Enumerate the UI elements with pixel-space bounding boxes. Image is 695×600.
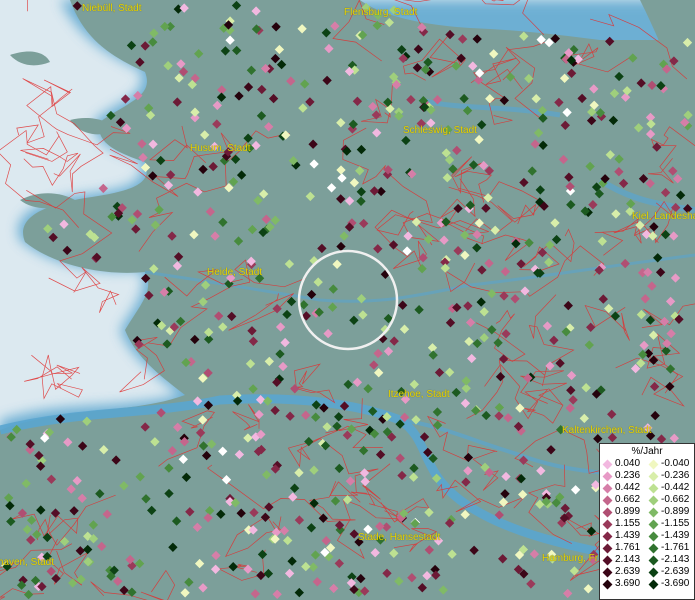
legend-row-pos-5: 1.155 [602, 518, 648, 530]
legend-label: 0.236 [615, 470, 641, 481]
legend-swatch [648, 567, 659, 577]
legend-row-neg-6: -1.439 [648, 530, 694, 542]
legend-swatch [602, 543, 613, 553]
legend-swatch [648, 555, 659, 565]
legend-swatch [602, 579, 613, 589]
legend-row-neg-4: -0.899 [648, 506, 694, 518]
city-label-heide: Heide, Stadt [207, 267, 263, 278]
map-view[interactable]: Niebüll, Stadt Flensburg, Stadt Schleswi… [0, 0, 695, 600]
legend-swatch [648, 483, 659, 493]
legend-panel: %/Jahr 0.040 0.236 0.442 0.662 0.899 1.155 1.4… [599, 443, 695, 600]
legend-swatch [648, 459, 659, 469]
legend-label: 1.439 [615, 530, 641, 541]
city-label-schleswig: Schleswig, Stadt [403, 125, 477, 136]
legend-positive-column: 0.040 0.236 0.442 0.662 0.899 1.155 1.439 1.761… [602, 458, 648, 590]
legend-label: 1.155 [615, 518, 641, 529]
legend-row-neg-1: -0.236 [648, 470, 694, 482]
legend-swatch [602, 495, 613, 505]
legend-row-pos-4: 0.899 [602, 506, 648, 518]
legend-label: -0.442 [661, 482, 690, 493]
legend-swatch [602, 555, 613, 565]
legend-row-neg-8: -2.143 [648, 554, 694, 566]
legend-row-pos-8: 2.143 [602, 554, 648, 566]
legend-label: 3.690 [615, 578, 641, 589]
legend-row-pos-3: 0.662 [602, 494, 648, 506]
city-label-itzehoe: Itzehoe, Stadt [388, 389, 450, 400]
legend-row-pos-1: 0.236 [602, 470, 648, 482]
legend-swatch [602, 471, 613, 481]
legend-negative-column: -0.040 -0.236 -0.442 -0.662 -0.899 -1.155 -1.4… [648, 458, 694, 590]
city-label-husum: Husum, Stadt [190, 143, 251, 154]
legend-swatch [648, 543, 659, 553]
legend-label: 2.639 [615, 566, 641, 577]
legend-swatch [648, 507, 659, 517]
legend-label: -1.439 [661, 530, 690, 541]
legend-label: -1.155 [661, 518, 690, 529]
legend-title: %/Jahr [631, 446, 663, 457]
legend-row-neg-9: -2.639 [648, 566, 694, 578]
legend-row-neg-3: -0.662 [648, 494, 694, 506]
legend-swatch [602, 567, 613, 577]
legend-swatch [648, 531, 659, 541]
legend-row-neg-10: -3.690 [648, 578, 694, 590]
legend-row-neg-5: -1.155 [648, 518, 694, 530]
legend-row-neg-7: -1.761 [648, 542, 694, 554]
legend-swatch [648, 495, 659, 505]
city-label-hamburg: Hamburg, Freie und Hansestadt [542, 553, 598, 564]
legend-label: -0.236 [661, 470, 690, 481]
city-label-kaltenkirchen: Kaltenkirchen, Stadt [562, 425, 652, 436]
legend-label: -2.639 [661, 566, 690, 577]
legend-swatch [602, 507, 613, 517]
legend-swatch [602, 519, 613, 529]
legend-swatch [648, 471, 659, 481]
map-base-layer [0, 0, 695, 600]
legend-swatch [602, 483, 613, 493]
legend-label: -2.143 [661, 554, 690, 565]
legend-label: 1.761 [615, 542, 641, 553]
legend-row-pos-7: 1.761 [602, 542, 648, 554]
legend-label: -1.761 [661, 542, 690, 553]
legend-swatch [648, 579, 659, 589]
legend-label: -0.040 [661, 458, 690, 469]
city-label-cuxhaven: Cuxhaven, Stadt [0, 557, 54, 568]
legend-swatch [648, 519, 659, 529]
legend-label: -0.662 [661, 494, 690, 505]
legend-label: -0.899 [661, 506, 690, 517]
legend-row-neg-2: -0.442 [648, 482, 694, 494]
legend-swatch [602, 459, 613, 469]
legend-row-neg-0: -0.040 [648, 458, 694, 470]
legend-row-pos-10: 3.690 [602, 578, 648, 590]
legend-label: 0.899 [615, 506, 641, 517]
legend-label: -3.690 [661, 578, 690, 589]
legend-label: 2.143 [615, 554, 641, 565]
city-label-kiel: Kiel, Landeshauptstadt [632, 211, 695, 222]
legend-row-pos-2: 0.442 [602, 482, 648, 494]
legend-row-pos-6: 1.439 [602, 530, 648, 542]
legend-label: 0.040 [615, 458, 641, 469]
city-label-niebuell: Niebüll, Stadt [82, 3, 142, 14]
legend-row-pos-0: 0.040 [602, 458, 648, 470]
legend-swatch [602, 531, 613, 541]
legend-label: 0.442 [615, 482, 641, 493]
legend-row-pos-9: 2.639 [602, 566, 648, 578]
legend-label: 0.662 [615, 494, 641, 505]
city-label-flensburg: Flensburg, Stadt [344, 7, 418, 18]
city-label-stade: Stade, Hansestadt [358, 532, 441, 543]
